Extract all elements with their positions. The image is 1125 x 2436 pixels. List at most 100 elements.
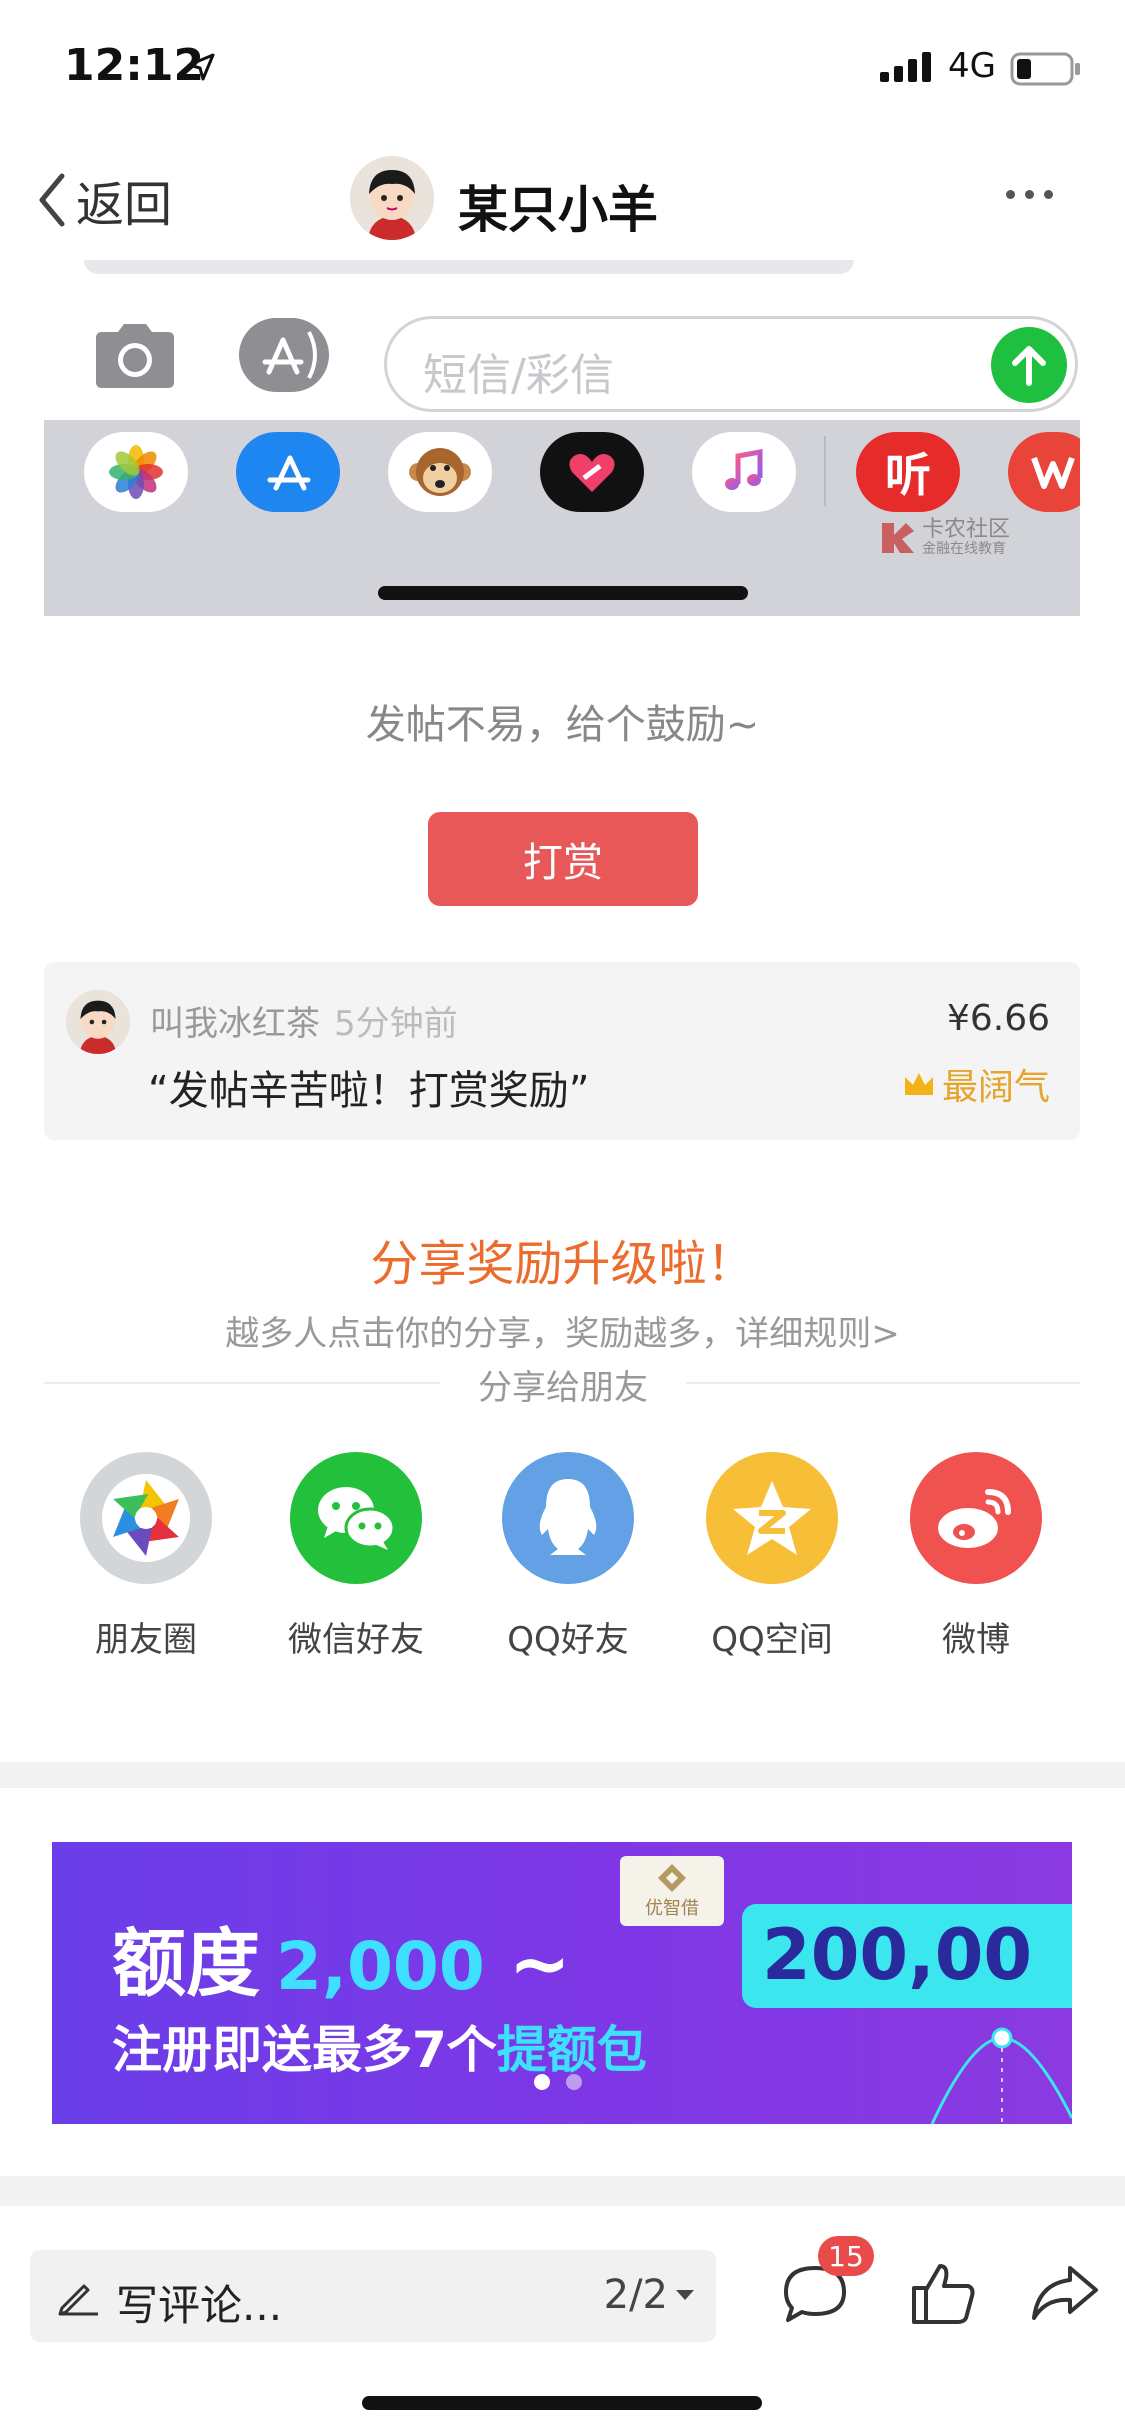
tray-app-music xyxy=(692,432,796,512)
tipper-name[interactable]: 叫我冰红茶 xyxy=(150,1004,320,1044)
weibo-app-icon xyxy=(1031,456,1075,489)
avatar-cartoon-icon xyxy=(350,156,434,240)
back-label: 返回 xyxy=(76,177,173,233)
share-label: QQ空间 xyxy=(711,1620,833,1660)
ad-range-tilde: ~ xyxy=(508,1921,571,2007)
watermark-text: 卡农社区 金融在线教育 xyxy=(922,517,1011,558)
sms-placeholder: 短信/彩信 xyxy=(423,350,614,401)
share-arrow-icon[interactable] xyxy=(1030,2262,1100,2322)
ad-banner[interactable]: 优智借 额度 2,000 ~ 200,00 注册即送最多7个提额包 xyxy=(52,1842,1072,2124)
ad-subline-highlight: 提额包 xyxy=(496,2021,647,2079)
page-title: 某只小羊 xyxy=(458,181,658,239)
wechat-bubbles-icon xyxy=(318,1487,396,1550)
qq-penguin-icon xyxy=(539,1479,597,1555)
tipper-avatar[interactable] xyxy=(66,990,130,1054)
imessage-app-tray: 听 卡农社区 金融在线教育 xyxy=(44,420,1080,616)
ad-headline: 额度 2,000 ~ xyxy=(112,1904,571,2011)
qzone-icon xyxy=(706,1452,838,1584)
more-dot-icon xyxy=(1006,190,1015,199)
page-selector[interactable]: 2/2 xyxy=(604,2272,694,2318)
embed-home-indicator xyxy=(378,586,748,600)
section-divider xyxy=(0,1762,1125,1788)
qq-icon xyxy=(502,1452,634,1584)
divider xyxy=(44,1382,440,1384)
send-button xyxy=(991,327,1067,403)
share-to-friends-label: 分享给朋友 xyxy=(478,1368,648,1408)
badge-label: 最阔气 xyxy=(941,1067,1050,1108)
share-moments[interactable]: 朋友圈 xyxy=(66,1452,226,1661)
pencil-icon xyxy=(58,2284,98,2316)
ad-subline-prefix: 注册即送最多7个 xyxy=(112,2021,497,2079)
share-rules-link[interactable]: 越多人点击你的分享，奖励越多，详细规则> xyxy=(0,1306,1125,1355)
comment-input[interactable]: 写评论... 2/2 xyxy=(30,2250,716,2342)
ad-logo-text: 优智借 xyxy=(645,1898,699,1919)
kanong-logo-icon xyxy=(882,522,914,553)
signal-icon xyxy=(880,52,931,82)
tray-app-memoji xyxy=(388,432,492,512)
tip-amount: ¥6.66 xyxy=(946,998,1050,1039)
appstore-icon xyxy=(267,455,311,491)
weibo-icon xyxy=(910,1452,1042,1584)
chevron-left-icon xyxy=(39,173,65,227)
ad-amount-pill: 200,00 xyxy=(742,1904,1072,2008)
wechat-icon xyxy=(290,1452,422,1584)
camera-icon xyxy=(96,324,174,388)
author-avatar[interactable] xyxy=(350,156,434,240)
ad-range-from: 2,000 xyxy=(276,1928,485,2005)
page-indicator: 2/2 xyxy=(603,2272,668,2318)
weibo-eye-icon xyxy=(938,1489,1011,1548)
battery-icon xyxy=(1010,52,1080,86)
more-button[interactable] xyxy=(1006,190,1053,199)
comment-placeholder: 写评论... xyxy=(116,2281,283,2330)
reward-button[interactable]: 打赏 xyxy=(428,812,698,906)
tray-app-weibo xyxy=(1008,432,1080,512)
watermark-line-2: 金融在线教育 xyxy=(922,541,1006,558)
share-label: QQ好友 xyxy=(507,1620,629,1660)
monkey-memoji-icon xyxy=(409,448,471,496)
top-tipper-badge: 最阔气 xyxy=(902,1058,1050,1110)
reward-prompt: 发帖不易，给个鼓励~ xyxy=(365,702,760,748)
share-label: 朋友圈 xyxy=(95,1620,197,1660)
tip-message: “发帖辛苦啦！打赏奖励” xyxy=(148,1068,590,1114)
share-qq-friend[interactable]: QQ好友 xyxy=(488,1452,648,1661)
nav-bar: 返回 某只小羊 xyxy=(0,140,1125,260)
photos-icon xyxy=(109,445,163,499)
carousel-dots[interactable] xyxy=(534,2074,582,2090)
divider xyxy=(686,1382,1080,1384)
tip-time: 5分钟前 xyxy=(334,1004,458,1044)
crown-icon xyxy=(904,1073,933,1095)
carousel-dot[interactable] xyxy=(534,2074,550,2090)
tip-record[interactable]: 叫我冰红茶 5分钟前 “发帖辛苦啦！打赏奖励” ¥6.66 最阔气 xyxy=(44,962,1080,1140)
post-image[interactable]: 短信/彩信 听 卡农社区 金融在线教育 xyxy=(44,260,1080,616)
tipper-info: 叫我冰红茶 5分钟前 xyxy=(150,996,458,1045)
share-title: 分享奖励升级啦！ xyxy=(370,1236,755,1292)
watermark-line-1: 卡农社区 xyxy=(922,517,1011,542)
home-indicator xyxy=(362,2396,762,2410)
more-dot-icon xyxy=(1025,190,1034,199)
location-arrow-icon xyxy=(187,53,215,81)
sms-input: 短信/彩信 xyxy=(384,316,1078,412)
avatar-cartoon-icon xyxy=(66,990,130,1054)
message-bubble-edge xyxy=(84,260,854,274)
heart-app-icon xyxy=(569,454,615,492)
ad-curve-decoration xyxy=(930,2027,1072,2124)
ting-app-label: 听 xyxy=(885,448,931,502)
share-label: 微博 xyxy=(942,1620,1010,1660)
tray-app-heart xyxy=(540,432,644,512)
status-time: 12:12 xyxy=(64,40,205,91)
carousel-dot[interactable] xyxy=(566,2074,582,2090)
comment-count-badge: 15 xyxy=(818,2236,874,2276)
tray-divider xyxy=(824,436,826,506)
moments-aperture-icon xyxy=(102,1474,190,1562)
caret-down-icon xyxy=(676,2290,694,2300)
ad-subline: 注册即送最多7个提额包 xyxy=(112,2010,647,2082)
share-wechat-friend[interactable]: 微信好友 xyxy=(276,1452,436,1661)
back-button[interactable]: 返回 xyxy=(36,170,172,233)
share-weibo[interactable]: 微博 xyxy=(896,1452,1056,1661)
tray-app-ting: 听 xyxy=(856,432,960,512)
share-qzone[interactable]: QQ空间 xyxy=(692,1452,852,1661)
qzone-star-icon xyxy=(733,1481,811,1555)
music-icon xyxy=(725,449,763,490)
thumbs-up-icon[interactable] xyxy=(908,2260,978,2326)
appstore-icon xyxy=(262,331,317,379)
